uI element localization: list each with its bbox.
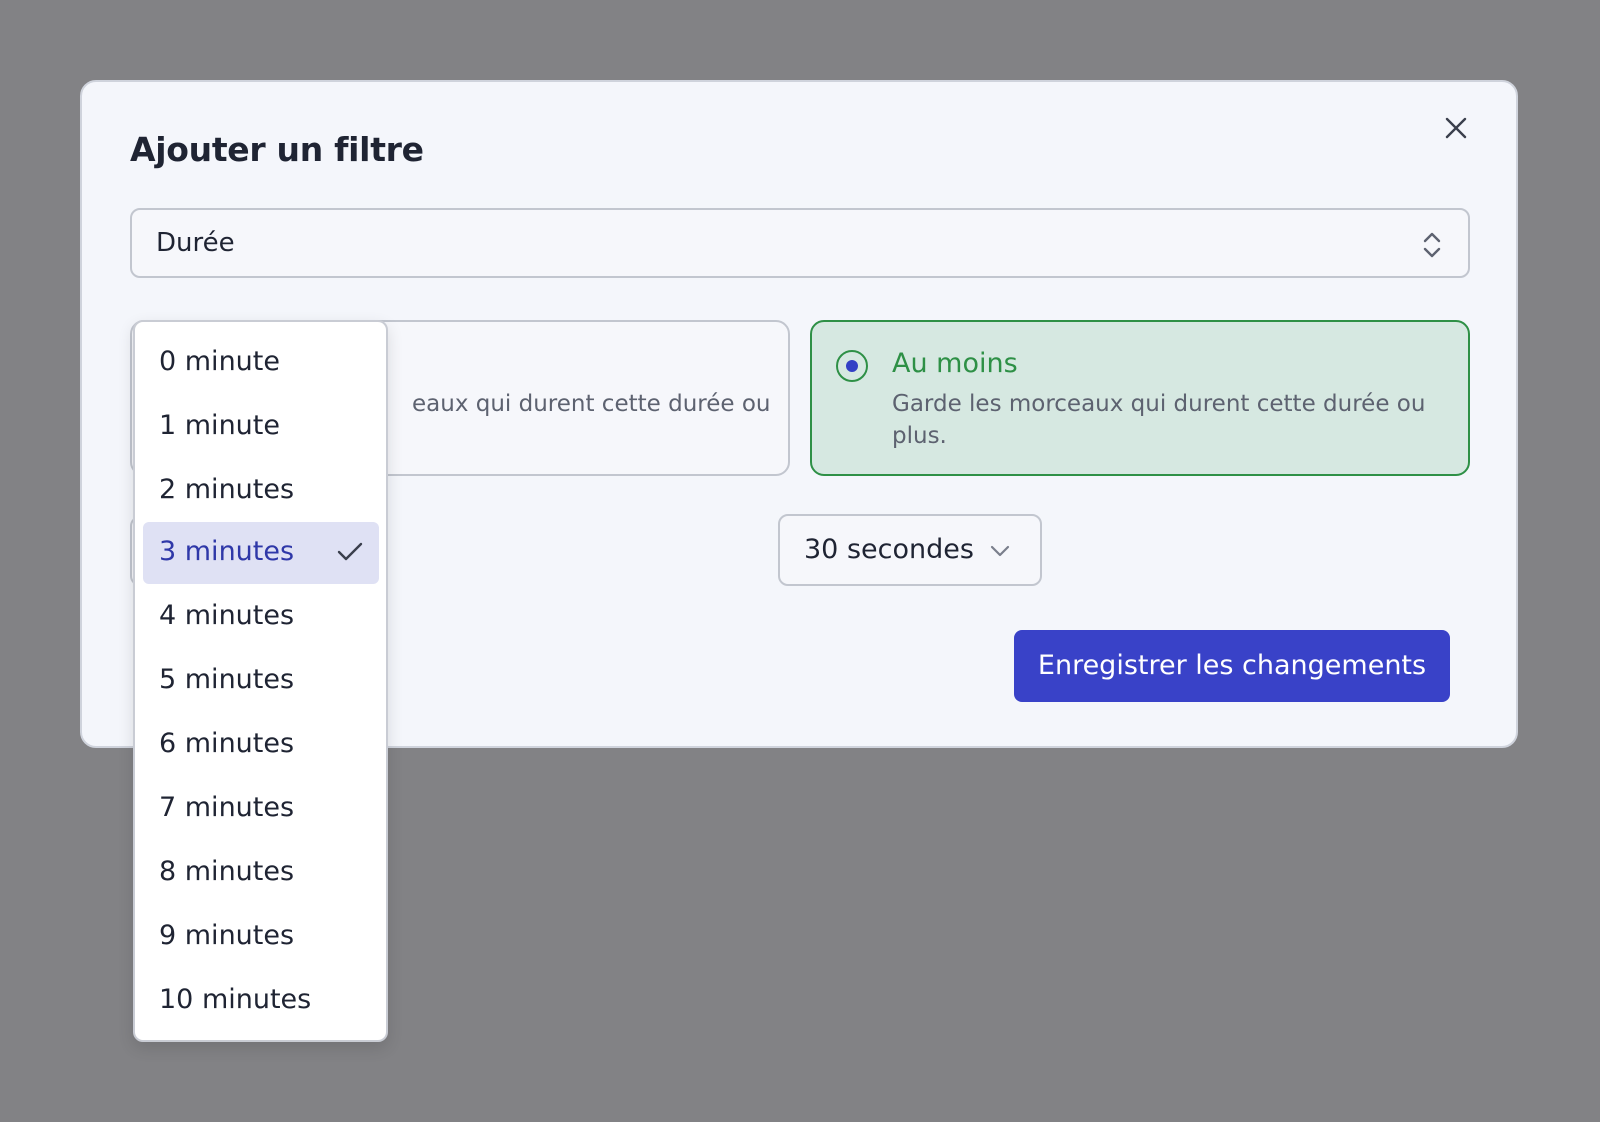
dropdown-item-8-minutes[interactable]: 8 minutes <box>143 842 379 904</box>
dropdown-item-3-minutes[interactable]: 3 minutes <box>143 522 379 584</box>
option-card-at-least[interactable]: Au moins Garde les morceaux qui durent c… <box>810 320 1470 476</box>
dropdown-item-5-minutes[interactable]: 5 minutes <box>143 650 379 712</box>
chevron-down-icon <box>990 545 1010 557</box>
dropdown-item-label: 0 minute <box>159 346 280 377</box>
filter-type-select[interactable]: Durée <box>130 208 1470 278</box>
radio-dot <box>846 360 858 372</box>
option-title: Au moins <box>892 348 1018 379</box>
dropdown-item-label: 9 minutes <box>159 920 295 951</box>
dropdown-item-label: 8 minutes <box>159 856 295 887</box>
minutes-dropdown-list: 0 minute 1 minute 2 minutes 3 minutes 4 … <box>133 320 388 1042</box>
checkmark-icon <box>337 542 363 561</box>
dropdown-item-4-minutes[interactable]: 4 minutes <box>143 586 379 648</box>
close-icon[interactable] <box>1444 116 1468 140</box>
seconds-value: 30 secondes <box>804 534 974 565</box>
dropdown-item-label: 7 minutes <box>159 792 295 823</box>
dropdown-item-7-minutes[interactable]: 7 minutes <box>143 778 379 840</box>
dropdown-item-label: 4 minutes <box>159 600 295 631</box>
dropdown-item-label: 6 minutes <box>159 728 295 759</box>
dropdown-item-0-minute[interactable]: 0 minute <box>143 332 379 394</box>
radio-selected[interactable] <box>836 350 868 382</box>
dropdown-item-label: 1 minute <box>159 410 280 441</box>
dropdown-item-label: 10 minutes <box>159 984 312 1015</box>
chevron-up-down-icon <box>1423 232 1441 258</box>
modal-title: Ajouter un filtre <box>130 130 424 169</box>
seconds-select[interactable]: 30 secondes <box>778 514 1042 586</box>
filter-type-value: Durée <box>156 228 235 258</box>
dropdown-item-label: 5 minutes <box>159 664 295 695</box>
dropdown-item-1-minute[interactable]: 1 minute <box>143 396 379 458</box>
dropdown-item-10-minutes[interactable]: 10 minutes <box>143 970 379 1032</box>
dropdown-item-label: 3 minutes <box>159 536 295 567</box>
option-description: eaux qui durent cette durée ou <box>412 391 771 417</box>
save-changes-button[interactable]: Enregistrer les changements <box>1014 630 1450 702</box>
dropdown-item-label: 2 minutes <box>159 474 295 505</box>
dropdown-item-6-minutes[interactable]: 6 minutes <box>143 714 379 776</box>
dropdown-item-9-minutes[interactable]: 9 minutes <box>143 906 379 968</box>
option-description: Garde les morceaux qui durent cette duré… <box>892 391 1426 449</box>
dropdown-item-2-minutes[interactable]: 2 minutes <box>143 460 379 522</box>
